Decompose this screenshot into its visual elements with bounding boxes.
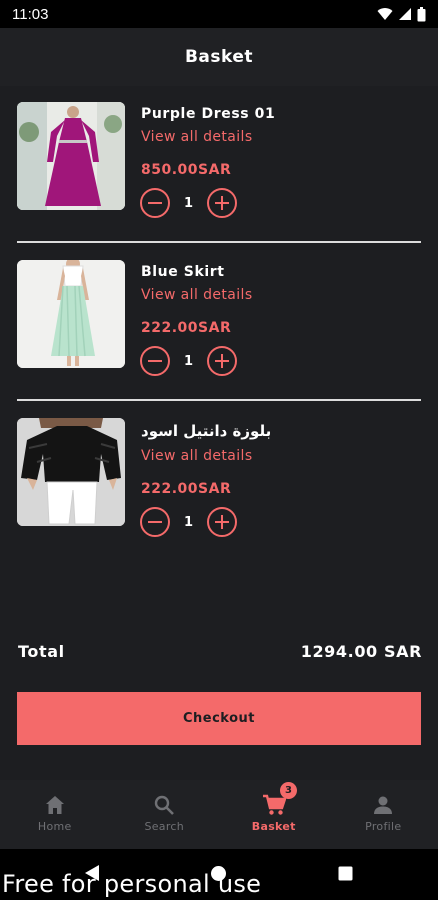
item-name: Blue Skirt	[141, 264, 225, 280]
minus-icon[interactable]	[140, 346, 170, 376]
item-name: بلوزة دانتيل اسود	[141, 422, 272, 440]
total-value: 1294.00 SAR	[300, 642, 422, 661]
bottom-nav: Home Search 3 Basket Profile	[0, 780, 438, 849]
plus-icon[interactable]	[207, 507, 237, 537]
signal-icon	[399, 8, 411, 20]
quantity-stepper: 1	[140, 507, 237, 537]
watermark: Free for personal use	[2, 870, 262, 898]
quantity-value: 1	[183, 195, 194, 211]
plus-icon[interactable]	[207, 188, 237, 218]
item-price: 850.00SAR	[141, 162, 232, 178]
person-icon	[374, 796, 393, 814]
item-price: 222.00SAR	[141, 481, 232, 497]
divider	[17, 399, 421, 401]
status-bar: 11:03	[0, 0, 438, 28]
app-header: Basket	[0, 28, 438, 86]
nav-item-search[interactable]: Search	[110, 780, 220, 849]
nav-item-basket[interactable]: 3 Basket	[219, 780, 329, 849]
cart-count-badge: 3	[280, 782, 297, 799]
wifi-icon	[377, 8, 393, 20]
search-icon	[155, 795, 175, 815]
status-icons	[377, 6, 426, 22]
nav-label-home: Home	[37, 820, 72, 833]
total-label: Total	[18, 642, 65, 661]
checkout-button[interactable]: Checkout	[17, 692, 421, 745]
status-time: 11:03	[12, 5, 49, 23]
view-details-link[interactable]: View all details	[141, 448, 253, 464]
cart-icon	[262, 794, 286, 815]
page-title: Basket	[184, 47, 254, 67]
battery-icon	[417, 6, 426, 21]
product-image-blue-skirt[interactable]	[17, 260, 125, 368]
product-image-black-lace-blouse[interactable]	[17, 418, 125, 526]
divider	[17, 241, 421, 243]
quantity-stepper: 1	[140, 188, 237, 218]
basket-item: بلوزة دانتيل اسود View all details 222.0…	[17, 418, 421, 537]
nav-item-home[interactable]: Home	[0, 780, 110, 849]
plus-icon[interactable]	[207, 346, 237, 376]
minus-icon[interactable]	[140, 188, 170, 218]
quantity-stepper: 1	[140, 346, 237, 376]
item-price: 222.00SAR	[141, 320, 232, 336]
nav-label-profile: Profile	[365, 820, 402, 833]
basket-item: Purple Dress 01 View all details 850.00S…	[17, 102, 421, 218]
recents-icon[interactable]	[338, 866, 353, 881]
product-image-purple-dress[interactable]	[17, 102, 125, 210]
total-row: Total 1294.00 SAR	[18, 642, 422, 661]
basket-item: Blue Skirt View all details 222.00SAR 1	[17, 260, 421, 376]
view-details-link[interactable]: View all details	[141, 287, 253, 303]
quantity-value: 1	[183, 514, 194, 530]
quantity-value: 1	[183, 353, 194, 369]
item-name: Purple Dress 01	[141, 106, 276, 122]
nav-label-search: Search	[144, 820, 185, 833]
minus-icon[interactable]	[140, 507, 170, 537]
nav-label-basket: Basket	[251, 820, 296, 833]
home-icon	[45, 796, 64, 814]
nav-item-profile[interactable]: Profile	[329, 780, 438, 849]
view-details-link[interactable]: View all details	[141, 129, 253, 145]
